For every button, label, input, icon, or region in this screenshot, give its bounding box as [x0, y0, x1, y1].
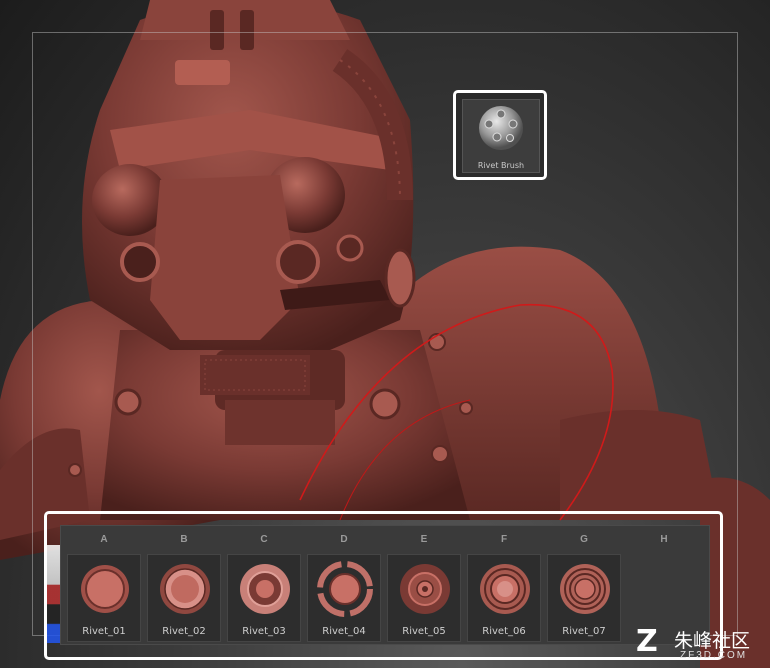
palette-slot-label: Rivet_01: [82, 626, 126, 637]
watermark: Z 朱峰社区 ZF3D.COM: [636, 624, 766, 664]
rivet-domed-icon: [240, 564, 290, 614]
palette-key-b: B: [180, 534, 188, 545]
palette-key-d: D: [340, 534, 348, 545]
watermark-sub: ZF3D.COM: [680, 650, 748, 661]
palette-slot-d[interactable]: Rivet_04: [307, 554, 381, 642]
viewport-canvas[interactable]: Rivet Brush A Rivet_01 B Rivet_02 C Rivet_03 D…: [0, 0, 770, 668]
rivet-grooved-icon: [480, 564, 530, 614]
palette-slot-label: Rivet_05: [402, 626, 446, 637]
palette-slot-b[interactable]: Rivet_02: [147, 554, 221, 642]
palette-slot-label: Rivet_03: [242, 626, 286, 637]
rivet-cone-icon: [400, 564, 450, 614]
palette-slot-label: Rivet_06: [482, 626, 526, 637]
rivet-plain-icon: [81, 565, 129, 613]
palette-key-c: C: [260, 534, 268, 545]
palette-slot-a[interactable]: Rivet_01: [67, 554, 141, 642]
watermark-logo: Z: [636, 624, 658, 659]
brush-preview: Rivet Brush: [462, 99, 540, 173]
palette-key-g: G: [580, 534, 588, 545]
palette-slot-g[interactable]: Rivet_07: [547, 554, 621, 642]
palette-slot-c[interactable]: Rivet_03: [227, 554, 301, 642]
watermark-text: 朱峰社区: [674, 630, 751, 652]
palette-key-f: F: [500, 534, 508, 545]
palette-slot-e[interactable]: Rivet_05: [387, 554, 461, 642]
insert-brush-palette: A Rivet_01 B Rivet_02 C Rivet_03 D Rivet_04 E Riv…: [60, 525, 710, 645]
palette-key-a: A: [100, 534, 108, 545]
rivet-double-ring-icon: [560, 564, 610, 614]
palette-slot-label: Rivet_07: [562, 626, 606, 637]
rivet-sphere-icon: [479, 106, 523, 150]
palette-slot-label: Rivet_04: [322, 626, 366, 637]
rivet-rim-icon: [160, 564, 210, 614]
active-brush-thumbnail[interactable]: Rivet Brush: [453, 90, 547, 180]
rivet-split-ring-icon: [317, 561, 373, 617]
palette-key-h: H: [660, 534, 668, 545]
palette-slot-f[interactable]: Rivet_06: [467, 554, 541, 642]
palette-slot-label: Rivet_02: [162, 626, 206, 637]
palette-key-e: E: [420, 534, 428, 545]
brush-thumbnail-label: Rivet Brush: [477, 161, 525, 170]
